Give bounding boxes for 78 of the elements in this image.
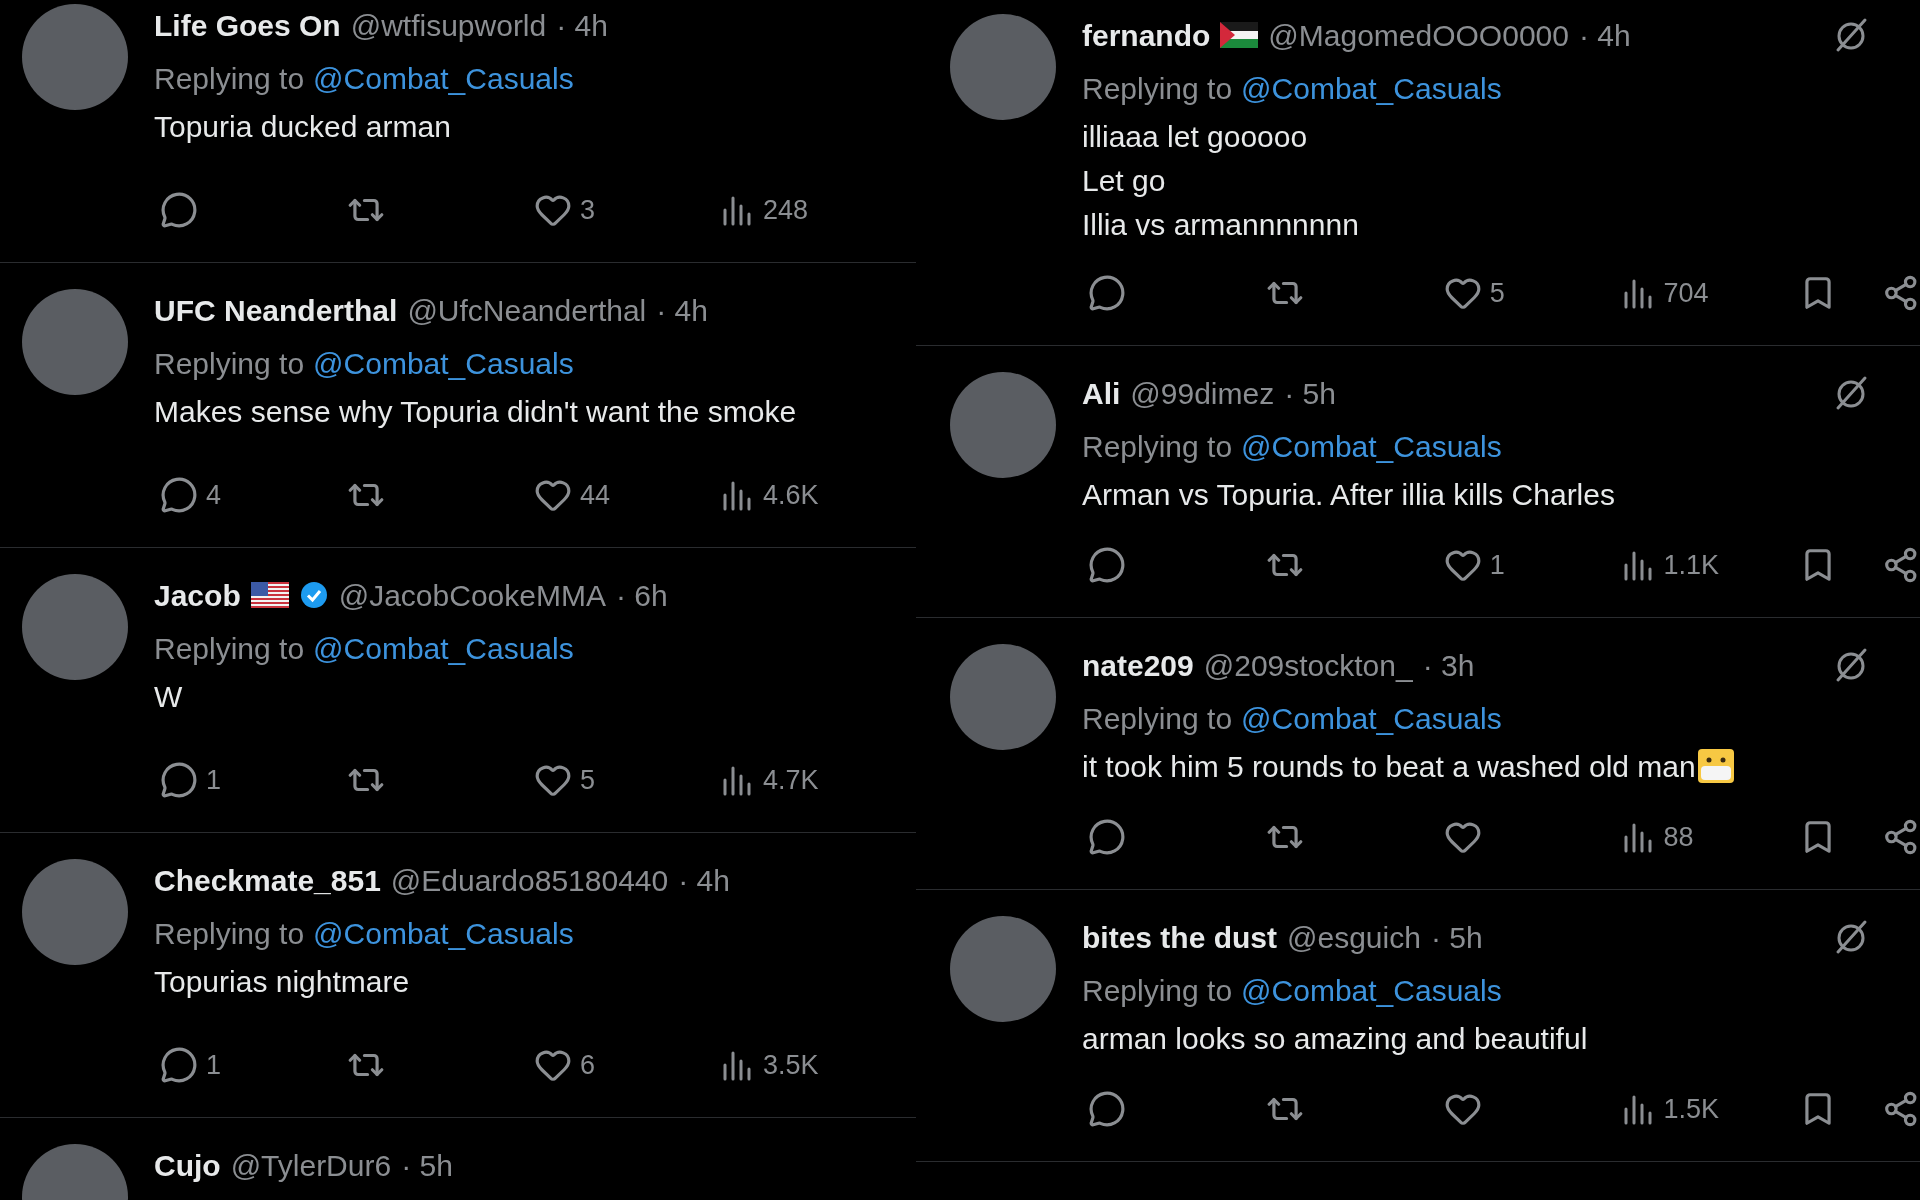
- reply-icon[interactable]: [1088, 818, 1126, 856]
- user-handle[interactable]: @TylerDur6: [230, 1142, 392, 1188]
- stat-count: 1: [206, 1048, 222, 1082]
- reply-icon[interactable]: [160, 191, 198, 229]
- stat-count: 1.1K: [1663, 548, 1720, 582]
- user-handle[interactable]: @UfcNeanderthal: [407, 287, 647, 333]
- mention-link[interactable]: @Combat_Casuals: [1241, 967, 1502, 1013]
- stat-count: 1: [1489, 548, 1505, 582]
- stat-count: 1.5K: [1663, 1092, 1720, 1126]
- reply-text: illiaaa let gooooo: [1082, 118, 1308, 155]
- stat-count: 88: [1663, 820, 1694, 854]
- mention-link[interactable]: @Combat_Casuals: [1241, 65, 1502, 111]
- replying-label: Replying to: [1082, 428, 1233, 465]
- replying-label: Replying to: [154, 630, 305, 667]
- mention-link[interactable]: @Combat_Casuals: [313, 340, 574, 386]
- mention-link[interactable]: @Combat_Casuals: [1241, 423, 1502, 469]
- display-name[interactable]: nate209: [1082, 642, 1194, 688]
- reply-icon[interactable]: [1088, 274, 1126, 312]
- stat-count: 5: [580, 763, 596, 797]
- stat-count: 6: [580, 1048, 596, 1082]
- post-time: · 4h: [556, 7, 608, 44]
- reply-icon[interactable]: [160, 761, 198, 799]
- reply-icon[interactable]: [160, 476, 198, 514]
- replying-label: Replying to: [154, 345, 305, 382]
- display-name[interactable]: Jacob: [154, 572, 241, 618]
- stat-count: 3: [580, 193, 596, 227]
- post-time: · 4h: [678, 862, 730, 899]
- display-name[interactable]: bites the dust: [1082, 914, 1277, 960]
- reply-icon[interactable]: [160, 1046, 198, 1084]
- user-handle[interactable]: @esguich: [1287, 914, 1421, 960]
- reply-text: Topuria ducked arman: [154, 108, 451, 145]
- stat-count: 3.5K: [763, 1048, 819, 1082]
- replying-label: Replying to: [1082, 972, 1233, 1009]
- reply-text: Topurias nightmare: [154, 963, 410, 1000]
- display-name[interactable]: Checkmate_851: [154, 857, 381, 903]
- mention-link[interactable]: @Combat_Casuals: [313, 55, 574, 101]
- reply-text: Let go: [1082, 162, 1166, 199]
- reply-text: Arman vs Topuria. After illia kills Charles: [1082, 476, 1615, 513]
- stat-count: 248: [763, 193, 809, 227]
- mention-link[interactable]: @Combat_Casuals: [313, 625, 574, 671]
- reply-text: W: [154, 678, 183, 715]
- user-handle[interactable]: @99dimez: [1130, 370, 1275, 416]
- post-time: · 4h: [656, 292, 708, 329]
- stat-count: 4.7K: [763, 763, 819, 797]
- reply-text: arman looks so amazing and beautiful: [1082, 1020, 1588, 1057]
- mention-link[interactable]: @Combat_Casuals: [313, 910, 574, 956]
- post-time: · 6h: [615, 577, 668, 614]
- stat-count: 44: [580, 478, 611, 512]
- display-name[interactable]: Cujo: [154, 1142, 221, 1188]
- reply-text: it took him 5 rounds to beat a washed old man: [1082, 748, 1696, 785]
- replying-label: Replying to: [1082, 700, 1233, 737]
- post-time: · 5h: [1430, 919, 1483, 956]
- stat-count: 4: [206, 478, 222, 512]
- display-name[interactable]: UFC Neanderthal: [154, 287, 398, 333]
- post-time: · 5h: [1284, 375, 1336, 412]
- replying-label: Replying to: [154, 915, 305, 952]
- stat-count: 1: [206, 763, 222, 797]
- display-name[interactable]: Life Goes On: [154, 2, 341, 48]
- user-handle[interactable]: @MagomedOOO0000: [1268, 12, 1569, 58]
- user-handle[interactable]: @JacobCookeMMA: [338, 572, 606, 618]
- user-handle[interactable]: @209stockton_: [1203, 642, 1413, 688]
- display-name[interactable]: fernando: [1082, 12, 1211, 58]
- post-time: · 5h: [401, 1147, 453, 1184]
- user-handle[interactable]: @wtfisupworld: [350, 2, 547, 48]
- post-time: · 4h: [1578, 17, 1631, 54]
- stat-count: 4.6K: [763, 478, 819, 512]
- stat-count: 5: [1489, 276, 1505, 310]
- post-time: · 3h: [1422, 647, 1475, 684]
- replying-label: Replying to: [154, 60, 305, 97]
- stat-count: 704: [1663, 276, 1709, 310]
- user-handle[interactable]: @Eduardo85180440: [390, 857, 669, 903]
- reply-icon[interactable]: [1088, 546, 1126, 584]
- reply-icon[interactable]: [1088, 1090, 1126, 1128]
- display-name[interactable]: Ali: [1082, 370, 1121, 416]
- reply-text: Makes sense why Topuria didn't want the smoke: [154, 393, 797, 430]
- mention-link[interactable]: @Combat_Casuals: [1241, 695, 1502, 741]
- replying-label: Replying to: [1082, 70, 1233, 107]
- reply-text: Illia vs armannnnnnn: [1082, 206, 1359, 243]
